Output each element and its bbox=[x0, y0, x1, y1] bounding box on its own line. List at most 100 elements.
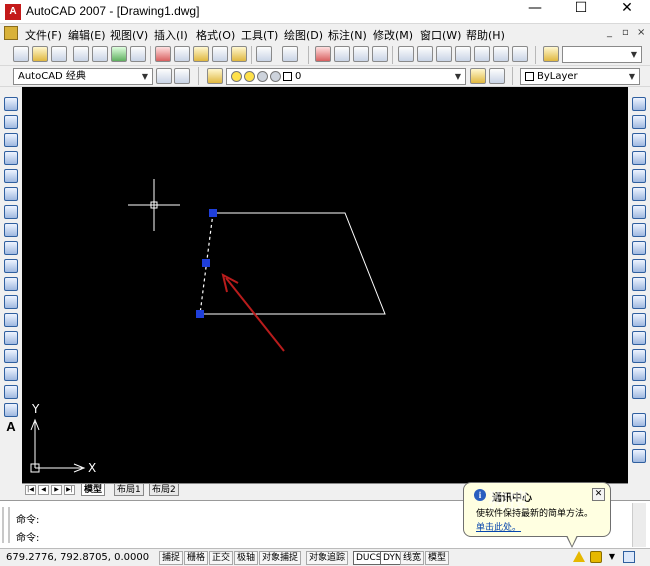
design-center-icon[interactable] bbox=[417, 46, 433, 62]
snap-toggle[interactable]: 捕捉 bbox=[159, 551, 184, 565]
scale-icon[interactable] bbox=[632, 223, 646, 237]
properties-icon[interactable] bbox=[398, 46, 414, 62]
text-style-dropdown[interactable]: ▼ bbox=[562, 46, 642, 63]
tab-layout1[interactable]: 布局1 bbox=[114, 484, 144, 496]
document-restore-button[interactable]: ▫ bbox=[622, 27, 629, 38]
next-tab-button[interactable]: ▶ bbox=[51, 485, 62, 495]
table-icon[interactable] bbox=[4, 403, 18, 417]
menu-edit[interactable]: 编辑(E) bbox=[68, 27, 106, 43]
lineweight-toggle[interactable]: 线宽 bbox=[400, 551, 425, 565]
menu-modify[interactable]: 修改(M) bbox=[373, 27, 413, 43]
osnap-toggle[interactable]: 对象捕捉 bbox=[259, 551, 302, 565]
cut-icon[interactable] bbox=[155, 46, 171, 62]
offset-icon[interactable] bbox=[632, 151, 646, 165]
grip-midpoint[interactable] bbox=[202, 259, 210, 267]
clean-screen-icon[interactable] bbox=[623, 551, 635, 563]
hatch-icon[interactable] bbox=[4, 349, 18, 363]
polygon-icon[interactable] bbox=[4, 151, 18, 165]
command-scrollbar[interactable] bbox=[632, 503, 646, 547]
autocad-app-icon[interactable]: A bbox=[5, 4, 21, 20]
coordinate-readout[interactable]: 679.2776, 792.8705, 0.0000 bbox=[6, 552, 149, 563]
plot-preview-icon[interactable] bbox=[92, 46, 108, 62]
minimize-button[interactable]: — bbox=[512, 0, 558, 24]
markup-icon[interactable] bbox=[474, 46, 490, 62]
zoom-realtime-icon[interactable] bbox=[334, 46, 350, 62]
layer-manager-icon[interactable] bbox=[207, 68, 223, 84]
3d-dwf-icon[interactable] bbox=[130, 46, 146, 62]
command-prompt[interactable]: 命令: bbox=[16, 529, 39, 544]
menu-window[interactable]: 窗口(W) bbox=[420, 27, 461, 43]
menu-draw[interactable]: 绘图(D) bbox=[284, 27, 323, 43]
gradient-icon[interactable] bbox=[4, 367, 18, 381]
help-icon[interactable] bbox=[512, 46, 528, 62]
move-icon[interactable] bbox=[632, 187, 646, 201]
model-space-toggle[interactable]: 模型 bbox=[425, 551, 450, 565]
erase-icon[interactable] bbox=[632, 97, 646, 111]
grip-bottom[interactable] bbox=[196, 310, 204, 318]
revision-cloud-icon[interactable] bbox=[4, 223, 18, 237]
last-tab-button[interactable]: ▶| bbox=[64, 485, 75, 495]
menu-tools[interactable]: 工具(T) bbox=[241, 27, 278, 43]
make-block-icon[interactable] bbox=[4, 313, 18, 327]
tool-palettes-icon[interactable] bbox=[436, 46, 452, 62]
calculator-icon[interactable] bbox=[493, 46, 509, 62]
ellipse-arc-icon[interactable] bbox=[4, 277, 18, 291]
sheet-set-icon[interactable] bbox=[455, 46, 471, 62]
save-icon[interactable] bbox=[51, 46, 67, 62]
bring-to-front-icon[interactable] bbox=[632, 431, 646, 445]
array-icon[interactable] bbox=[632, 169, 646, 183]
tab-model[interactable]: 模型 bbox=[81, 484, 106, 496]
send-to-back-icon[interactable] bbox=[632, 449, 646, 463]
first-tab-button[interactable]: |◀ bbox=[25, 485, 36, 495]
stretch-icon[interactable] bbox=[632, 241, 646, 255]
explode-icon[interactable] bbox=[632, 385, 646, 399]
circle-icon[interactable] bbox=[4, 205, 18, 219]
workspace-save-icon[interactable] bbox=[174, 68, 190, 84]
multiline-text-icon[interactable]: A bbox=[4, 420, 18, 434]
command-window-grip[interactable] bbox=[2, 507, 10, 543]
previous-tab-button[interactable]: ◀ bbox=[38, 485, 49, 495]
ortho-toggle[interactable]: 正交 bbox=[209, 551, 234, 565]
layer-dropdown[interactable]: 0 ▼ bbox=[226, 68, 466, 85]
construction-line-icon[interactable] bbox=[4, 115, 18, 129]
maximize-button[interactable]: ☐ bbox=[558, 0, 604, 24]
point-icon[interactable] bbox=[4, 331, 18, 345]
otrack-toggle[interactable]: 对象追踪 bbox=[306, 551, 349, 565]
arc-icon[interactable] bbox=[4, 187, 18, 201]
warning-icon[interactable] bbox=[573, 551, 585, 562]
menu-help[interactable]: 帮助(H) bbox=[466, 27, 505, 43]
document-icon[interactable] bbox=[4, 26, 18, 40]
close-button[interactable]: ✕ bbox=[604, 0, 650, 24]
undo-icon[interactable] bbox=[256, 46, 272, 62]
grid-toggle[interactable]: 栅格 bbox=[184, 551, 209, 565]
break-icon[interactable] bbox=[632, 313, 646, 327]
spline-icon[interactable] bbox=[4, 241, 18, 255]
menu-dimension[interactable]: 标注(N) bbox=[328, 27, 367, 43]
new-icon[interactable] bbox=[13, 46, 29, 62]
zoom-window-icon[interactable] bbox=[353, 46, 369, 62]
balloon-link[interactable]: 单击此处。 bbox=[476, 520, 521, 533]
paste-icon[interactable] bbox=[193, 46, 209, 62]
grip-top[interactable] bbox=[209, 209, 217, 217]
trim-icon[interactable] bbox=[632, 259, 646, 273]
trapezoid-shape[interactable] bbox=[199, 212, 386, 315]
pan-icon[interactable] bbox=[315, 46, 331, 62]
join-icon[interactable] bbox=[632, 331, 646, 345]
tab-layout2[interactable]: 布局2 bbox=[149, 484, 179, 496]
color-dropdown[interactable]: ByLayer ▼ bbox=[520, 68, 640, 85]
fillet-icon[interactable] bbox=[632, 367, 646, 381]
mirror-icon[interactable] bbox=[632, 133, 646, 147]
draw-order-icon[interactable] bbox=[632, 413, 646, 427]
open-icon[interactable] bbox=[32, 46, 48, 62]
workspace-settings-icon[interactable] bbox=[156, 68, 172, 84]
insert-block-icon[interactable] bbox=[4, 295, 18, 309]
text-style-icon[interactable] bbox=[543, 46, 559, 62]
menu-insert[interactable]: 插入(I) bbox=[154, 27, 188, 43]
chamfer-icon[interactable] bbox=[632, 349, 646, 363]
line-icon[interactable] bbox=[4, 97, 18, 111]
drawing-canvas[interactable]: Y X bbox=[22, 87, 628, 483]
publish-icon[interactable] bbox=[111, 46, 127, 62]
rotate-icon[interactable] bbox=[632, 205, 646, 219]
plot-icon[interactable] bbox=[73, 46, 89, 62]
region-icon[interactable] bbox=[4, 385, 18, 399]
